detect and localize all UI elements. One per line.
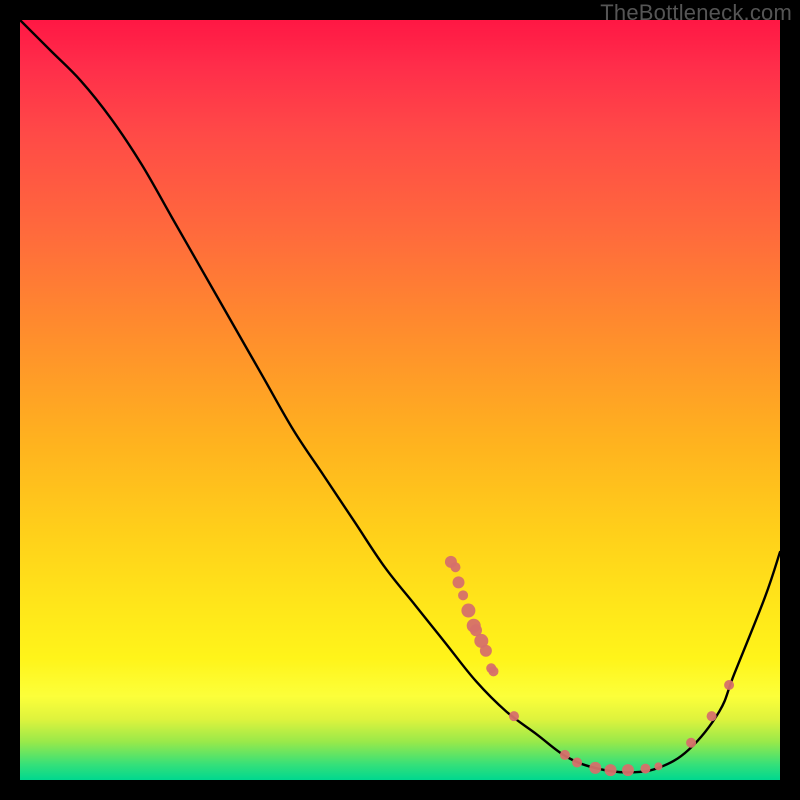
scatter-point: [453, 576, 465, 588]
scatter-point: [589, 762, 601, 774]
scatter-point: [488, 666, 498, 676]
scatter-point: [640, 764, 650, 774]
watermark-text: TheBottleneck.com: [600, 0, 792, 26]
scatter-point: [560, 750, 570, 760]
scatter-point: [707, 711, 717, 721]
scatter-point: [450, 562, 460, 572]
scatter-point: [605, 764, 617, 776]
scatter-points: [445, 556, 734, 776]
plot-area: [20, 20, 780, 780]
scatter-point: [480, 645, 492, 657]
bottleneck-curve: [20, 20, 780, 772]
scatter-point: [458, 590, 468, 600]
scatter-point: [686, 738, 696, 748]
scatter-point: [622, 764, 634, 776]
chart-overlay: [20, 20, 780, 780]
scatter-point: [724, 680, 734, 690]
scatter-point: [572, 758, 582, 768]
scatter-point: [509, 711, 519, 721]
scatter-point: [654, 762, 662, 770]
scatter-point: [461, 604, 475, 618]
